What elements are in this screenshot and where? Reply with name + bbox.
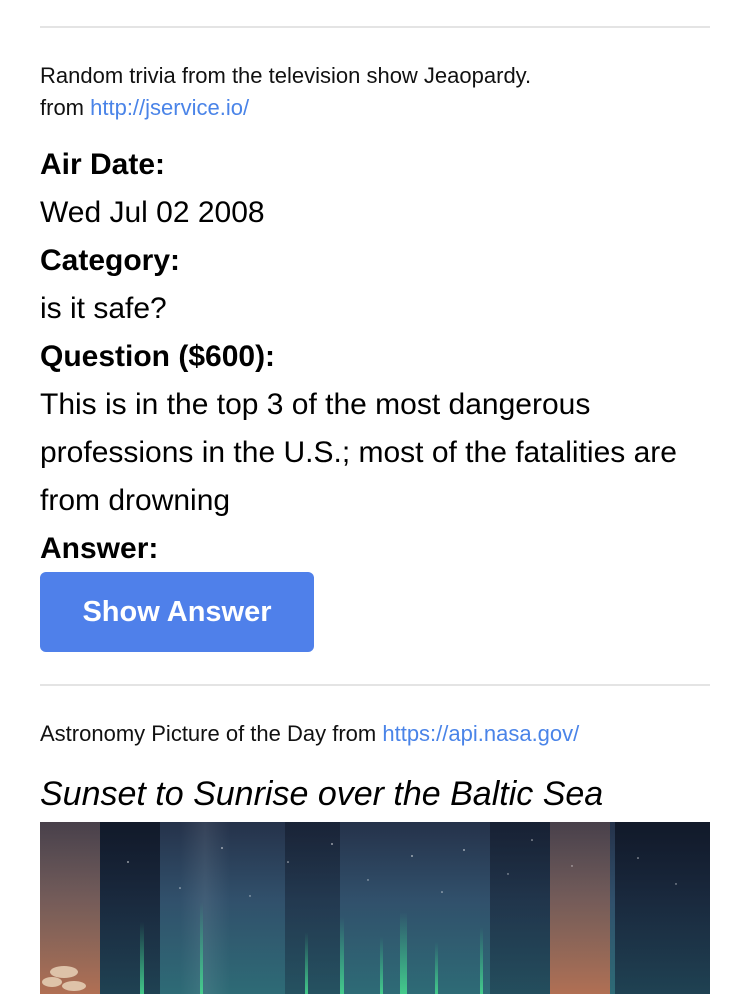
jservice-link[interactable]: http://jservice.io/ <box>90 95 249 120</box>
nasa-api-link[interactable]: https://api.nasa.gov/ <box>382 721 579 746</box>
top-divider <box>40 26 710 28</box>
aurora-sky-picture <box>40 822 710 994</box>
category-label: Category: <box>40 244 181 277</box>
answer-label: Answer: <box>40 532 159 565</box>
apod-image <box>40 822 710 994</box>
section-divider <box>40 684 710 686</box>
air-date-value: Wed Jul 02 2008 <box>40 196 265 229</box>
show-answer-button[interactable]: Show Answer <box>40 572 314 652</box>
air-date-label: Air Date: <box>40 148 166 181</box>
trivia-intro-text: Random trivia from the television show J… <box>40 63 532 88</box>
trivia-source-prefix: from <box>40 95 84 120</box>
question-text: This is in the top 3 of the most dangero… <box>40 388 677 517</box>
question-label: Question ($600): <box>40 340 276 373</box>
apod-source: Astronomy Picture of the Day from https:… <box>40 718 579 750</box>
apod-source-text: Astronomy Picture of the Day from <box>40 721 377 746</box>
apod-title: Sunset to Sunrise over the Baltic Sea <box>40 775 604 813</box>
category-value: is it safe? <box>40 292 167 325</box>
trivia-intro: Random trivia from the television show J… <box>40 60 531 124</box>
